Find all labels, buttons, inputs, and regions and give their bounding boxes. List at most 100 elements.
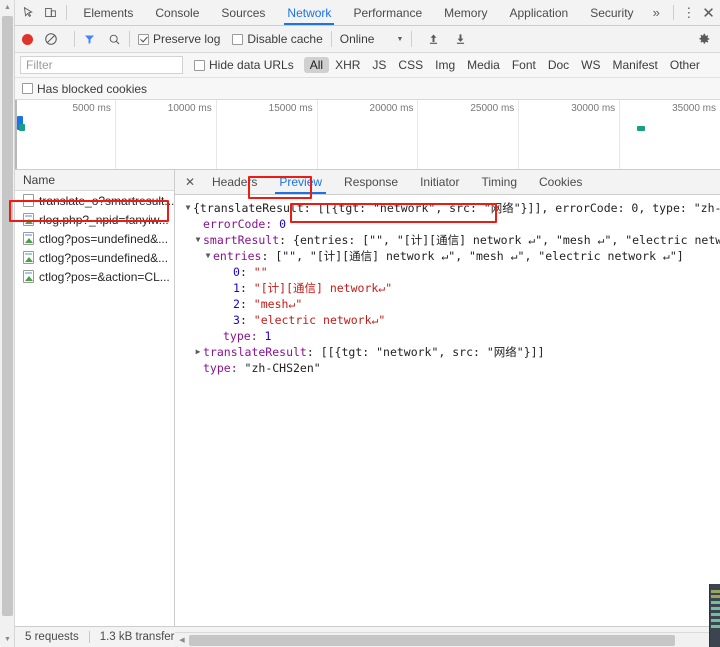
import-har-icon[interactable] [427, 32, 440, 46]
minimap-segment [711, 607, 720, 610]
devtools-window: ▲ ▼ Elements Console Sources Network Per… [0, 0, 720, 647]
type-filter-doc[interactable]: Doc [542, 57, 575, 73]
json-line[interactable]: ▼ smartResult: {entries: ["", "[计][通信] ne… [183, 232, 720, 248]
scrollbar-thumb[interactable] [2, 16, 13, 616]
checkbox-box[interactable] [232, 33, 244, 45]
network-overview-timeline[interactable]: 5000 ms 10000 ms 15000 ms 20000 ms 25000… [15, 100, 720, 170]
throttling-dropdown[interactable]: Online ▼ [340, 32, 404, 46]
detail-tab-response[interactable]: Response [333, 170, 409, 194]
type-filter-font[interactable]: Font [506, 57, 542, 73]
scroll-up-arrow-icon[interactable]: ▲ [0, 0, 15, 15]
close-panel-icon[interactable]: ✕ [179, 170, 201, 194]
inspect-element-icon[interactable] [17, 0, 39, 25]
tab-label: Network [287, 5, 332, 20]
scroll-left-arrow-icon[interactable]: ◀ [175, 636, 189, 644]
tab-memory[interactable]: Memory [433, 0, 498, 25]
type-filter-media[interactable]: Media [461, 57, 506, 73]
detail-tab-preview[interactable]: Preview [268, 170, 333, 194]
scroll-down-arrow-icon[interactable]: ▼ [0, 632, 15, 647]
network-toolbar: Preserve log Disable cache Online ▼ [15, 26, 720, 53]
chevron-down-icon[interactable]: ▼ [396, 36, 403, 43]
disclosure-triangle-icon[interactable]: ▼ [183, 200, 193, 216]
window-vertical-scrollbar[interactable]: ▲ ▼ [0, 0, 15, 647]
tab-sources[interactable]: Sources [210, 0, 276, 25]
checkbox-box[interactable] [138, 33, 149, 45]
detail-tab-timing[interactable]: Timing [470, 170, 528, 194]
minimap-segment [711, 625, 720, 628]
json-token: {translateResult: [193, 201, 318, 215]
json-token: type: [203, 361, 245, 375]
disable-cache-label: Disable cache [247, 32, 323, 46]
json-preview-tree[interactable]: ▼ {translateResult: [[{tgt: "network", sr… [175, 195, 720, 626]
toolbar-divider-4 [411, 31, 413, 47]
type-filter-manifest[interactable]: Manifest [607, 57, 664, 73]
tab-security[interactable]: Security [579, 0, 644, 25]
checkbox-box[interactable] [22, 83, 33, 94]
request-row-ctlog-3[interactable]: ctlog?pos=&action=CL... [15, 267, 174, 286]
code-minimap-scrollbar[interactable] [709, 584, 720, 647]
pill-label: Doc [547, 58, 570, 72]
close-icon[interactable]: ✕ [699, 0, 720, 25]
json-line[interactable]: type: 1 [183, 328, 720, 344]
hscrollbar-thumb[interactable] [189, 634, 675, 646]
has-blocked-cookies-checkbox[interactable]: Has blocked cookies [22, 82, 147, 96]
filter-input[interactable] [20, 56, 183, 74]
json-line[interactable]: 1: "[计][通信] network↵" [183, 280, 720, 296]
disclosure-triangle-icon[interactable]: ▼ [203, 248, 213, 264]
overview-tick-label: 5000 ms [72, 103, 111, 114]
json-line[interactable]: errorCode: 0 [183, 216, 720, 232]
json-line[interactable]: 2: "mesh↵" [183, 296, 720, 312]
tab-elements[interactable]: Elements [72, 0, 144, 25]
overview-cell: 30000 ms [519, 100, 621, 169]
more-tabs-chevron-icon[interactable]: » [645, 0, 668, 25]
device-toolbar-icon[interactable] [39, 0, 61, 25]
devtools-panel: Elements Console Sources Network Perform… [15, 0, 720, 647]
type-filter-img[interactable]: Img [429, 57, 461, 73]
type-filter-xhr[interactable]: XHR [329, 57, 366, 73]
checkbox-box[interactable] [194, 59, 205, 71]
detail-tab-cookies[interactable]: Cookies [528, 170, 593, 194]
clear-icon[interactable] [44, 32, 58, 46]
request-row-ctlog-1[interactable]: ctlog?pos=undefined&... [15, 229, 174, 248]
record-button[interactable] [22, 33, 33, 45]
json-line[interactable]: type: "zh-CHS2en" [183, 360, 720, 376]
detail-tab-initiator[interactable]: Initiator [409, 170, 470, 194]
request-list-header[interactable]: Name [15, 170, 174, 191]
tab-performance[interactable]: Performance [342, 0, 433, 25]
type-filter-ws[interactable]: WS [575, 57, 606, 73]
detail-tab-headers[interactable]: Headers [201, 170, 268, 194]
json-token: : ["", "[计][通信] network ↵", "mesh ↵", "e… [261, 249, 684, 263]
disable-cache-checkbox[interactable]: Disable cache [232, 32, 323, 46]
image-doc-icon [23, 251, 34, 264]
vertical-dots-icon[interactable]: ⋮ [679, 0, 700, 25]
type-filter-css[interactable]: CSS [392, 57, 429, 73]
json-token: translateResult [203, 345, 307, 359]
disclosure-triangle-icon[interactable]: ▶ [193, 344, 203, 360]
request-row-ctlog-2[interactable]: ctlog?pos=undefined&... [15, 248, 174, 267]
type-filter-js[interactable]: JS [366, 57, 392, 73]
gear-icon[interactable] [697, 32, 716, 46]
request-row-rlog[interactable]: rlog.php?_npid=fanyiw... [15, 210, 174, 229]
horizontal-scrollbar[interactable]: ◀ [175, 632, 709, 647]
disclosure-triangle-icon[interactable]: ▼ [193, 232, 203, 248]
tab-network[interactable]: Network [276, 0, 342, 25]
json-line[interactable]: ▼ entries: ["", "[计][通信] network ↵", "mes… [183, 248, 720, 264]
tab-label: Sources [221, 5, 266, 20]
tab-label: Response [344, 175, 399, 189]
request-row-translate[interactable]: translate_o?smartresult... [15, 191, 174, 210]
json-line[interactable]: ▼ {translateResult: [[{tgt: "network", sr… [183, 200, 720, 216]
type-filter-all[interactable]: All [303, 57, 330, 73]
export-har-icon[interactable] [454, 32, 467, 46]
tab-console[interactable]: Console [144, 0, 210, 25]
type-filter-other[interactable]: Other [664, 57, 706, 73]
overview-cell: 10000 ms [116, 100, 217, 169]
preserve-log-checkbox[interactable]: Preserve log [138, 32, 220, 46]
tab-application[interactable]: Application [498, 0, 579, 25]
json-line[interactable]: 3: "electric network↵" [183, 312, 720, 328]
json-line[interactable]: 0: "" [183, 264, 720, 280]
search-icon[interactable] [108, 33, 121, 46]
pill-label: Img [435, 58, 456, 72]
json-line[interactable]: ▶ translateResult: [[{tgt: "network", src… [183, 344, 720, 360]
filter-funnel-icon[interactable] [83, 33, 96, 46]
hide-data-urls-checkbox[interactable]: Hide data URLs [194, 58, 294, 72]
